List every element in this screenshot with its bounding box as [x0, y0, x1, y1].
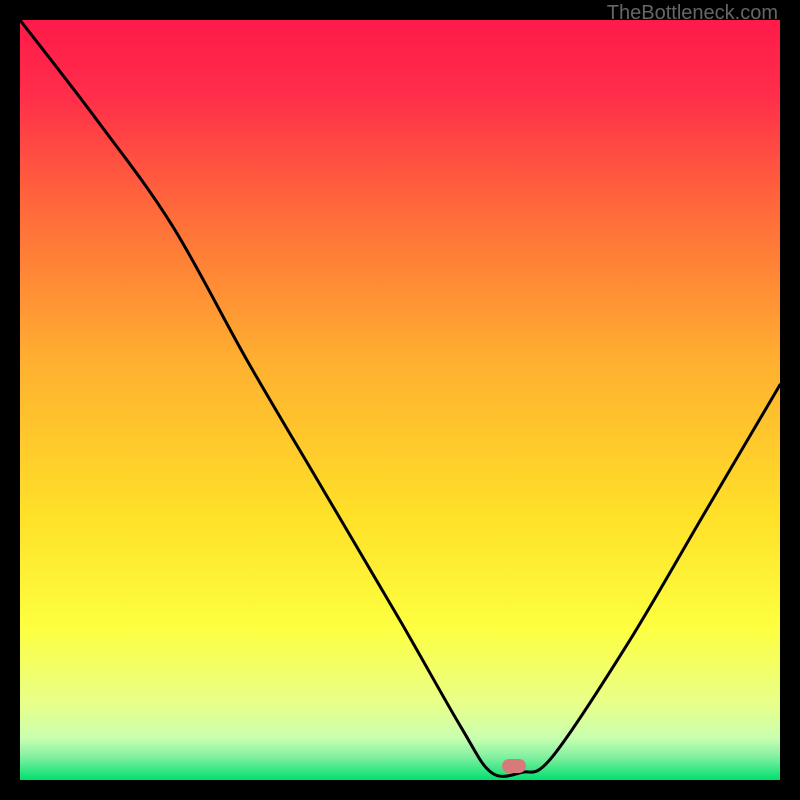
optimal-point-marker [502, 759, 526, 773]
bottleneck-curve [20, 20, 780, 780]
plot-area [20, 20, 780, 780]
watermark-text: TheBottleneck.com [607, 2, 778, 25]
chart-frame: TheBottleneck.com [0, 0, 800, 800]
